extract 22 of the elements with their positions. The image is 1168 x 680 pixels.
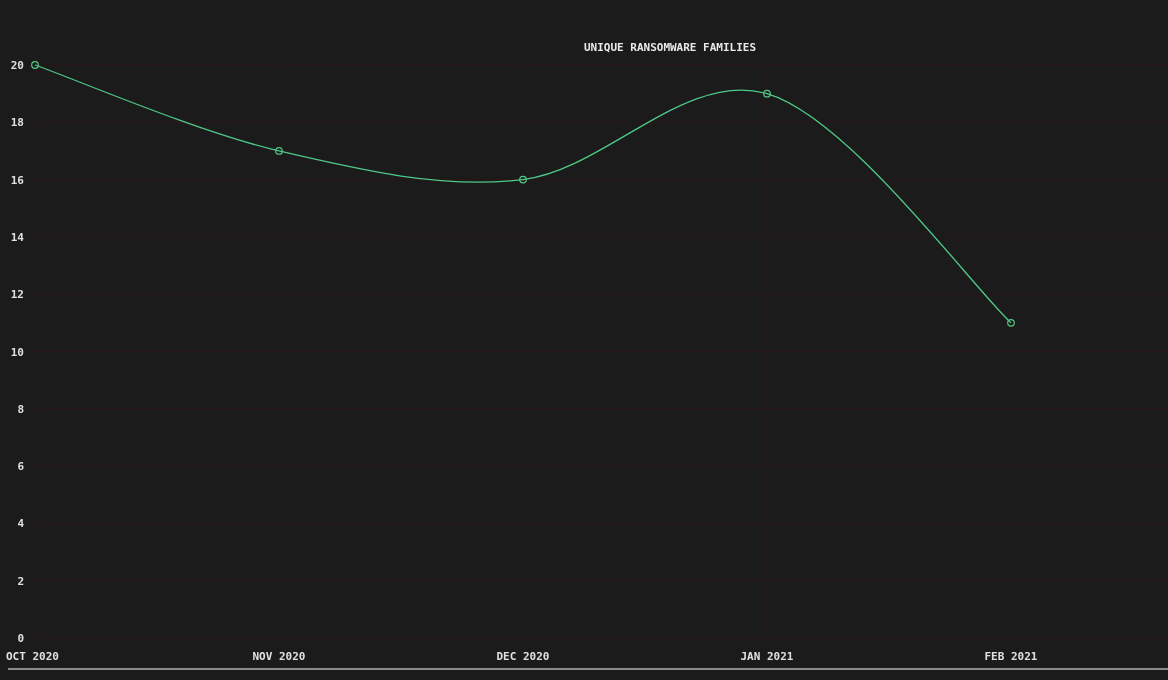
y-axis-label: 6 bbox=[17, 460, 24, 474]
y-axis-label: 10 bbox=[10, 345, 24, 359]
x-axis-label: JAN 2021 bbox=[740, 650, 794, 663]
y-axis-label: 20 bbox=[10, 59, 24, 72]
data-point bbox=[763, 89, 771, 98]
y-axis-label: 14 bbox=[10, 230, 24, 244]
data-point bbox=[275, 147, 283, 155]
y-axis-label: 12 bbox=[10, 288, 24, 302]
x-axis-label: DEC 2020 bbox=[496, 650, 550, 663]
y-axis-label: 16 bbox=[10, 173, 24, 187]
y-axis-label: 0 bbox=[17, 632, 24, 645]
y-axis-label: 2 bbox=[17, 574, 24, 588]
data-point bbox=[31, 61, 39, 69]
x-axis-label: NOV 2020 bbox=[252, 650, 306, 663]
y-axis-label: 18 bbox=[10, 116, 24, 130]
y-axis-label: 4 bbox=[17, 517, 24, 531]
x-axis-label: OCT 2020 bbox=[6, 650, 59, 663]
chart-title: UNIQUE RANSOMWARE FAMILIES bbox=[583, 41, 757, 54]
y-axis-label: 8 bbox=[17, 402, 24, 416]
data-point bbox=[1007, 318, 1015, 327]
data-point bbox=[519, 175, 527, 184]
x-axis-label: FEB 2021 bbox=[984, 650, 1038, 663]
